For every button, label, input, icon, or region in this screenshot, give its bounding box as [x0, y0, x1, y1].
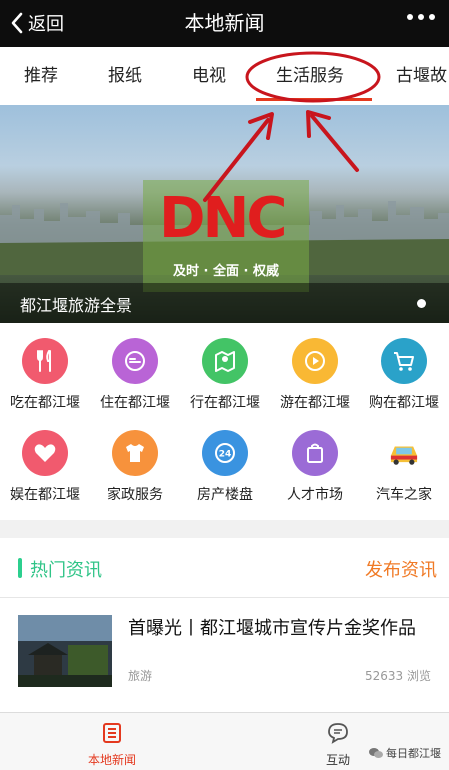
back-label: 返回 — [28, 14, 64, 35]
news-thumbnail — [18, 615, 112, 687]
svg-text:24: 24 — [219, 450, 232, 460]
bed-icon — [112, 338, 158, 384]
service-label: 吃在都江堰 — [10, 395, 80, 411]
logo-slogan: 及时 · 全面 · 权威 — [173, 264, 279, 279]
car-icon — [381, 430, 427, 476]
nav-home[interactable]: 本地新闻 — [67, 721, 157, 768]
tab-life-services[interactable]: 生活服务 — [276, 65, 344, 87]
hot-news-title: 热门资讯 — [30, 560, 102, 581]
chevron-left-icon — [11, 12, 23, 34]
news-headline[interactable]: 首曝光丨都江堰城市宣传片金奖作品 — [128, 615, 428, 642]
carousel-dot-indicator[interactable] — [417, 299, 426, 308]
nav-home-label: 本地新闻 — [87, 753, 136, 767]
service-label: 住在都江堰 — [100, 395, 170, 411]
watermark-text: 每日都江堰 — [386, 747, 441, 760]
tab-tv[interactable]: 电视 — [192, 65, 226, 87]
service-label: 家政服务 — [107, 487, 163, 503]
tab-recommend[interactable]: 推荐 — [24, 65, 58, 87]
section-marker — [18, 558, 22, 578]
category-tabs: 推荐 报纸 电视 生活服务 古堰故 — [0, 47, 449, 105]
service-stay[interactable]: 住在都江堰 — [90, 330, 180, 418]
service-entertainment[interactable]: 娱在都江堰 — [0, 422, 90, 510]
fork-knife-icon — [22, 338, 68, 384]
service-label: 人才市场 — [287, 487, 343, 503]
service-jobs[interactable]: 人才市场 — [270, 422, 360, 510]
service-tour[interactable]: 游在都江堰 — [270, 330, 360, 418]
dnc-logo: DNC 及时 · 全面 · 权威 — [143, 180, 309, 292]
watermark: 每日都江堰 — [369, 745, 441, 761]
phone-24-icon: 24 — [202, 430, 248, 476]
news-tag: 旅游 — [128, 669, 153, 683]
service-cars[interactable]: 汽车之家 — [359, 422, 449, 510]
service-label: 游在都江堰 — [280, 395, 350, 411]
service-travel[interactable]: 行在都江堰 — [180, 330, 270, 418]
tab-newspaper[interactable]: 报纸 — [108, 65, 142, 87]
chat-bubble-icon — [328, 723, 348, 744]
service-shop[interactable]: 购在都江堰 — [359, 330, 449, 418]
service-real-estate[interactable]: 24 房产楼盘 — [180, 422, 270, 510]
cart-icon — [381, 338, 427, 384]
page-title: 本地新闻 — [184, 11, 265, 35]
bag-icon — [292, 430, 338, 476]
logo-text: DNC — [159, 186, 287, 251]
heart-icon — [22, 430, 68, 476]
play-icon — [292, 338, 338, 384]
service-label: 汽车之家 — [376, 487, 432, 503]
service-label: 行在都江堰 — [190, 395, 260, 411]
service-eat[interactable]: 吃在都江堰 — [0, 330, 90, 418]
hot-news-header: 热门资讯 发布资讯 — [0, 538, 449, 598]
title-bar: 返回 本地新闻 — [0, 0, 449, 47]
tab-ancient-weir[interactable]: 古堰故 — [396, 65, 447, 87]
services-grid: 吃在都江堰 住在都江堰 行在都江堰 游在都江堰 购在都江堰 娱在都江堰 家政服务… — [0, 330, 449, 520]
banner-caption: 都江堰旅游全景 — [20, 296, 133, 315]
map-pin-icon — [202, 338, 248, 384]
service-label: 娱在都江堰 — [10, 487, 80, 503]
banner-carousel[interactable]: DNC 及时 · 全面 · 权威 都江堰旅游全景 — [0, 105, 449, 323]
service-label: 购在都江堰 — [369, 395, 439, 411]
news-item[interactable]: 首曝光丨都江堰城市宣传片金奖作品 旅游 52633 浏览 — [0, 600, 449, 710]
wechat-icon — [369, 748, 383, 758]
banner-caption-bar: 都江堰旅游全景 — [0, 283, 449, 323]
service-label: 房产楼盘 — [197, 487, 253, 503]
publish-news-button[interactable]: 发布资讯 — [365, 556, 437, 582]
more-options-icon[interactable] — [407, 14, 435, 20]
active-tab-indicator — [256, 98, 372, 101]
service-housekeeping[interactable]: 家政服务 — [90, 422, 180, 510]
shirt-icon — [112, 430, 158, 476]
bottom-nav: 本地新闻 互动 每日都江堰 — [0, 712, 449, 770]
list-document-icon — [103, 723, 121, 743]
section-divider — [0, 520, 449, 538]
news-view-count: 52633 浏览 — [365, 669, 431, 683]
back-button[interactable]: 返回 — [10, 9, 64, 37]
